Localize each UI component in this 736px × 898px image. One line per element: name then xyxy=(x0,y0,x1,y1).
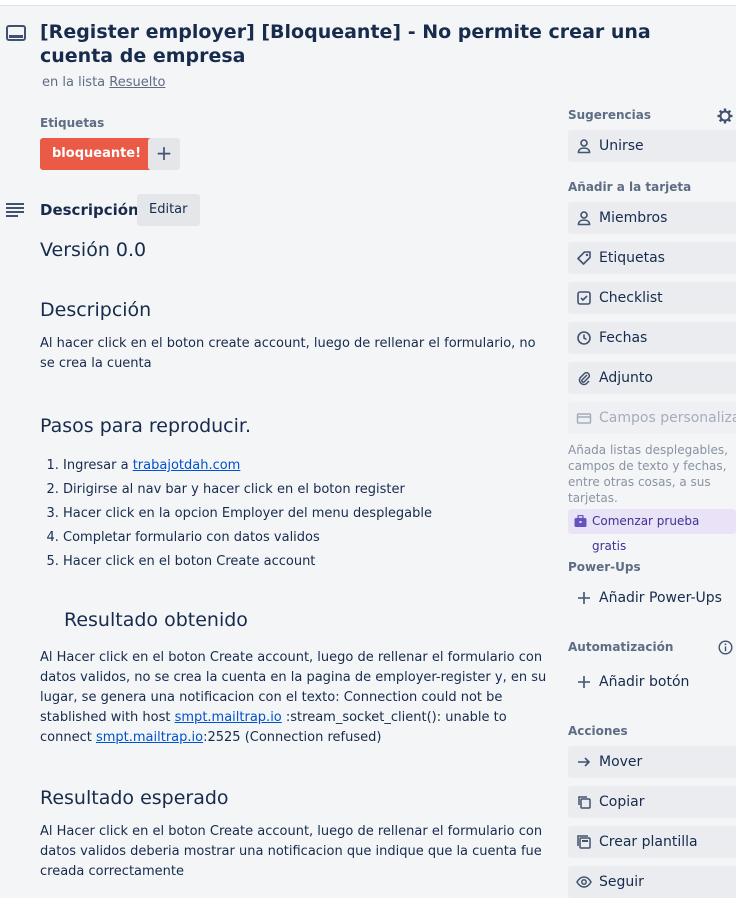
gear-icon[interactable] xyxy=(717,108,733,124)
clock-icon xyxy=(577,331,591,345)
move-button[interactable]: Mover xyxy=(568,746,736,778)
info-icon[interactable] xyxy=(718,640,733,655)
step-item: Hacer click en el boton Create account xyxy=(63,550,550,574)
add-to-card-heading: Añadir a la tarjeta xyxy=(568,180,692,194)
desc-text: Al hacer click en el boton create accoun… xyxy=(40,336,536,371)
steps-list: Ingresar a trabajotdah.com Dirigirse al … xyxy=(40,454,550,574)
follow-button[interactable]: Seguir xyxy=(568,866,736,898)
dates-button[interactable]: Fechas xyxy=(568,322,736,354)
expected-text: Al Hacer click en el boton Create accoun… xyxy=(40,824,543,879)
add-label-button[interactable]: + xyxy=(148,138,180,170)
person-icon xyxy=(577,211,591,226)
card-title[interactable]: [Register employer] [Bloqueante] - No pe… xyxy=(40,20,730,68)
plus-icon xyxy=(578,676,590,688)
list-info: en la lista Resuelto xyxy=(42,75,165,90)
step-item: Ingresar a trabajotdah.com xyxy=(63,454,550,478)
add-button-button[interactable]: Añadir botón xyxy=(568,666,736,698)
custom-fields-icon xyxy=(576,413,592,424)
actions-heading: Acciones xyxy=(568,724,628,738)
add-powerups-button[interactable]: Añadir Power-Ups xyxy=(568,582,736,614)
copy-button[interactable]: Copiar xyxy=(568,786,736,818)
labels-heading: Etiquetas xyxy=(40,116,105,130)
plus-icon xyxy=(578,592,590,604)
step-item: Dirigirse al nav bar y hacer click en el… xyxy=(63,478,550,502)
mailtrap-link[interactable]: smpt.mailtrap.io xyxy=(175,710,282,725)
version-heading: Versión 0.0 xyxy=(40,239,147,261)
expected-heading: Resultado esperado xyxy=(40,787,229,809)
obtained-text: Al Hacer click en el boton Create accoun… xyxy=(40,650,547,745)
card-icon xyxy=(6,25,26,41)
in-list-prefix: en la lista xyxy=(42,75,106,90)
top-border xyxy=(0,0,736,6)
join-button[interactable]: Unirse xyxy=(568,130,736,162)
briefcase-icon xyxy=(574,515,587,527)
step-item: Completar formulario con datos validos xyxy=(63,526,550,550)
obtained-heading: Resultado obtenido xyxy=(64,609,248,631)
list-link[interactable]: Resuelto xyxy=(109,75,165,90)
description-heading: Descripción xyxy=(40,201,139,219)
custom-fields-hint: Añada listas desplegables, campos de tex… xyxy=(568,443,728,505)
start-trial-button[interactable]: Comenzar prueba gratis xyxy=(568,509,736,553)
custom-fields-button[interactable]: Campos personalizados… xyxy=(568,402,736,434)
label-bloqueante[interactable]: bloqueante! xyxy=(40,138,154,170)
paperclip-icon xyxy=(578,371,591,386)
mailtrap-link[interactable]: smpt.mailtrap.io xyxy=(96,730,203,745)
create-template-button[interactable]: Crear plantilla xyxy=(568,826,736,858)
members-button[interactable]: Miembros xyxy=(568,202,736,234)
template-icon xyxy=(577,835,591,849)
step-item: Hacer click en la opcion Employer del me… xyxy=(63,502,550,526)
edit-description-button[interactable]: Editar xyxy=(137,194,200,226)
powerups-heading: Power-Ups xyxy=(568,560,641,574)
labels-button[interactable]: Etiquetas xyxy=(568,242,736,274)
description-content[interactable]: Versión 0.0 Descripción Al hacer click e… xyxy=(40,236,550,882)
checkbox-icon xyxy=(577,291,591,305)
person-icon xyxy=(577,139,591,154)
description-icon xyxy=(6,203,24,217)
checklist-button[interactable]: Checklist xyxy=(568,282,736,314)
tag-icon xyxy=(577,251,591,265)
arrow-right-icon xyxy=(578,757,591,767)
desc-subheading: Descripción xyxy=(40,299,152,321)
site-link[interactable]: trabajotdah.com xyxy=(133,458,241,473)
copy-icon xyxy=(578,796,591,809)
eye-icon xyxy=(576,876,592,888)
automation-heading: Automatización xyxy=(568,640,674,654)
attachment-button[interactable]: Adjunto xyxy=(568,362,736,394)
steps-heading: Pasos para reproducir. xyxy=(40,415,252,437)
suggestions-heading: Sugerencias xyxy=(568,108,651,122)
